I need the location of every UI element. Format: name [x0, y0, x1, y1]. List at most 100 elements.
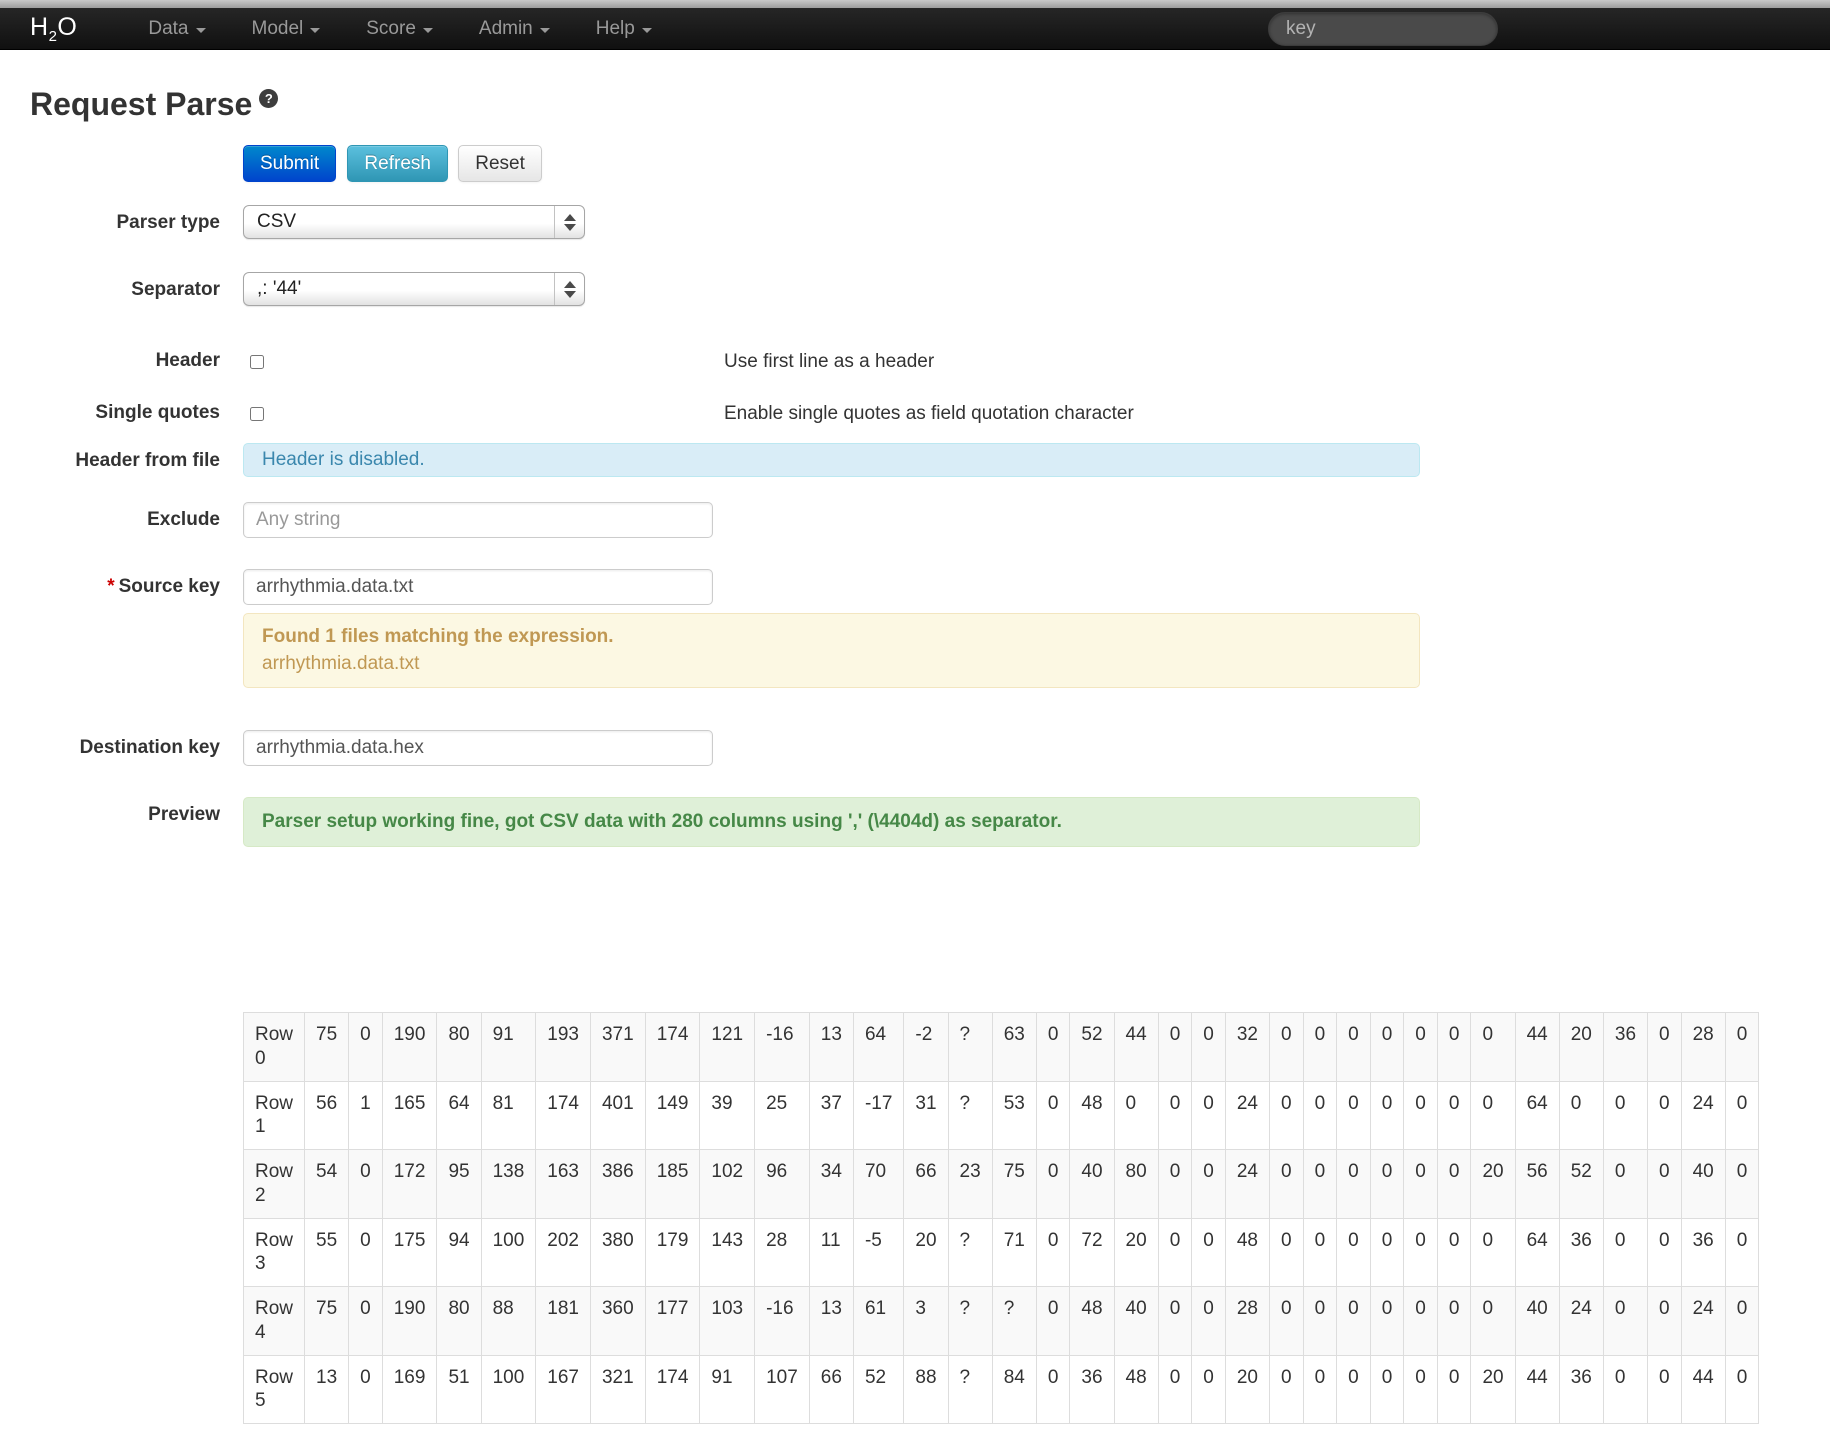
- menu-admin[interactable]: Admin: [456, 18, 573, 40]
- table-cell: 32: [1224, 1012, 1270, 1082]
- destination-key-input[interactable]: [243, 730, 713, 766]
- table-cell: 0: [1403, 1149, 1438, 1219]
- refresh-button[interactable]: Refresh: [347, 145, 448, 182]
- table-cell: 0: [348, 1012, 383, 1082]
- menu-data[interactable]: Data: [125, 18, 228, 40]
- parser-type-select[interactable]: CSV: [243, 205, 585, 239]
- table-cell: 66: [903, 1149, 949, 1219]
- table-cell: 44: [1514, 1012, 1560, 1082]
- separator-label: Separator: [131, 279, 220, 300]
- header-label: Header: [155, 350, 220, 371]
- table-cell: 96: [754, 1149, 810, 1219]
- key-search-input[interactable]: [1268, 12, 1498, 46]
- reset-button[interactable]: Reset: [458, 145, 542, 182]
- table-cell: 75: [991, 1149, 1037, 1219]
- table-cell: 84: [991, 1354, 1037, 1424]
- table-cell: 64: [852, 1012, 905, 1082]
- table-cell: 0: [1268, 1286, 1304, 1356]
- main-content: Request Parse? Submit Refresh Reset Pars…: [0, 86, 1830, 1424]
- table-cell: 0: [1302, 1217, 1338, 1287]
- table-cell: 40: [1680, 1149, 1726, 1219]
- table-cell: 91: [480, 1012, 537, 1082]
- table-cell: 20: [1470, 1354, 1516, 1424]
- table-cell: 25: [754, 1080, 810, 1150]
- match-warning-title: Found 1 files matching the expression.: [262, 626, 614, 647]
- table-cell: 88: [903, 1354, 949, 1424]
- table-cell: 3: [903, 1286, 949, 1356]
- preview-label: Preview: [148, 804, 220, 825]
- table-cell: 0: [1268, 1080, 1304, 1150]
- table-cell: 360: [589, 1286, 646, 1356]
- table-cell: 0: [1157, 1080, 1193, 1150]
- separator-value: ,: '44': [257, 278, 302, 299]
- header-checkbox[interactable]: [250, 355, 264, 369]
- table-row: Row 5 13 0 169 51 100 167 321 174 91 107 66 52 88? 84 0…: [243, 1354, 1760, 1424]
- table-cell: 53: [991, 1080, 1037, 1150]
- table-cell: 36: [1680, 1217, 1726, 1287]
- table-cell: 0: [1436, 1354, 1472, 1424]
- table-cell: 0: [1647, 1080, 1682, 1150]
- table-cell: 0: [1436, 1080, 1472, 1150]
- chevron-down-icon: [310, 27, 321, 33]
- page-title: Request Parse?: [30, 86, 1830, 123]
- parser-type-label: Parser type: [116, 212, 220, 233]
- table-cell: 95: [436, 1149, 482, 1219]
- table-cell: 13: [808, 1012, 854, 1082]
- table-cell: 24: [1224, 1080, 1270, 1150]
- table-cell: -5: [852, 1217, 905, 1287]
- source-key-input[interactable]: [243, 569, 713, 605]
- table-cell: ?: [947, 1354, 993, 1424]
- table-row-label: Row 4: [243, 1286, 306, 1356]
- menu-help[interactable]: Help: [573, 18, 675, 40]
- table-cell: 175: [381, 1217, 438, 1287]
- table-cell: 0: [1336, 1080, 1371, 1150]
- table-cell: 31: [903, 1080, 949, 1150]
- single-quotes-checkbox[interactable]: [250, 407, 264, 421]
- table-cell: 0: [1724, 1080, 1760, 1150]
- table-cell: 0: [348, 1286, 383, 1356]
- table-cell: 103: [699, 1286, 756, 1356]
- table-cell: 0: [1647, 1354, 1682, 1424]
- exclude-input[interactable]: [243, 502, 713, 538]
- table-cell: 165: [381, 1080, 438, 1150]
- table-cell: 64: [1514, 1080, 1560, 1150]
- table-cell: 24: [1680, 1286, 1726, 1356]
- chevron-down-icon: [195, 27, 206, 33]
- table-cell: 0: [1336, 1354, 1371, 1424]
- table-cell: 0: [348, 1217, 383, 1287]
- table-row: Row 3 55 0 175 94 100 202 380 179 143 28 11 -5 20? 71 0…: [243, 1217, 1760, 1287]
- table-cell: 23: [947, 1149, 993, 1219]
- table-cell: 48: [1069, 1286, 1115, 1356]
- table-cell: 190: [381, 1286, 438, 1356]
- table-cell: -2: [903, 1012, 949, 1082]
- table-cell: 0: [1113, 1080, 1159, 1150]
- h2o-logo: H2O: [30, 12, 78, 45]
- menu-score[interactable]: Score: [343, 18, 456, 40]
- table-cell: 380: [589, 1217, 646, 1287]
- help-icon[interactable]: ?: [259, 89, 279, 109]
- table-cell: 0: [1436, 1012, 1472, 1082]
- separator-select[interactable]: ,: '44': [243, 272, 585, 306]
- table-cell: 28: [754, 1217, 810, 1287]
- table-cell: 0: [1157, 1217, 1193, 1287]
- table-cell: 100: [480, 1354, 537, 1424]
- table-cell: 0: [1191, 1080, 1226, 1150]
- table-cell: 40: [1113, 1286, 1159, 1356]
- menu-model[interactable]: Model: [229, 18, 344, 40]
- table-cell: ?: [947, 1012, 993, 1082]
- table-cell: 149: [644, 1080, 701, 1150]
- table-cell: 0: [1647, 1217, 1682, 1287]
- table-cell: 0: [348, 1149, 383, 1219]
- submit-button[interactable]: Submit: [243, 145, 337, 182]
- table-cell: 81: [480, 1080, 537, 1150]
- table-cell: 56: [304, 1080, 350, 1150]
- header-from-file-label: Header from file: [75, 450, 220, 471]
- table-cell: 20: [1558, 1012, 1604, 1082]
- table-cell: 40: [1069, 1149, 1115, 1219]
- table-cell: 0: [1369, 1080, 1405, 1150]
- table-cell: ?: [991, 1286, 1037, 1356]
- table-cell: 0: [1436, 1217, 1472, 1287]
- header-disabled-infobox: Header is disabled.: [243, 443, 1420, 477]
- table-cell: 0: [1336, 1217, 1371, 1287]
- preview-table: Row 0 75 0 190 80 91 193 371 174 121 -16 13 64 -2? 63 0…: [243, 1012, 1760, 1424]
